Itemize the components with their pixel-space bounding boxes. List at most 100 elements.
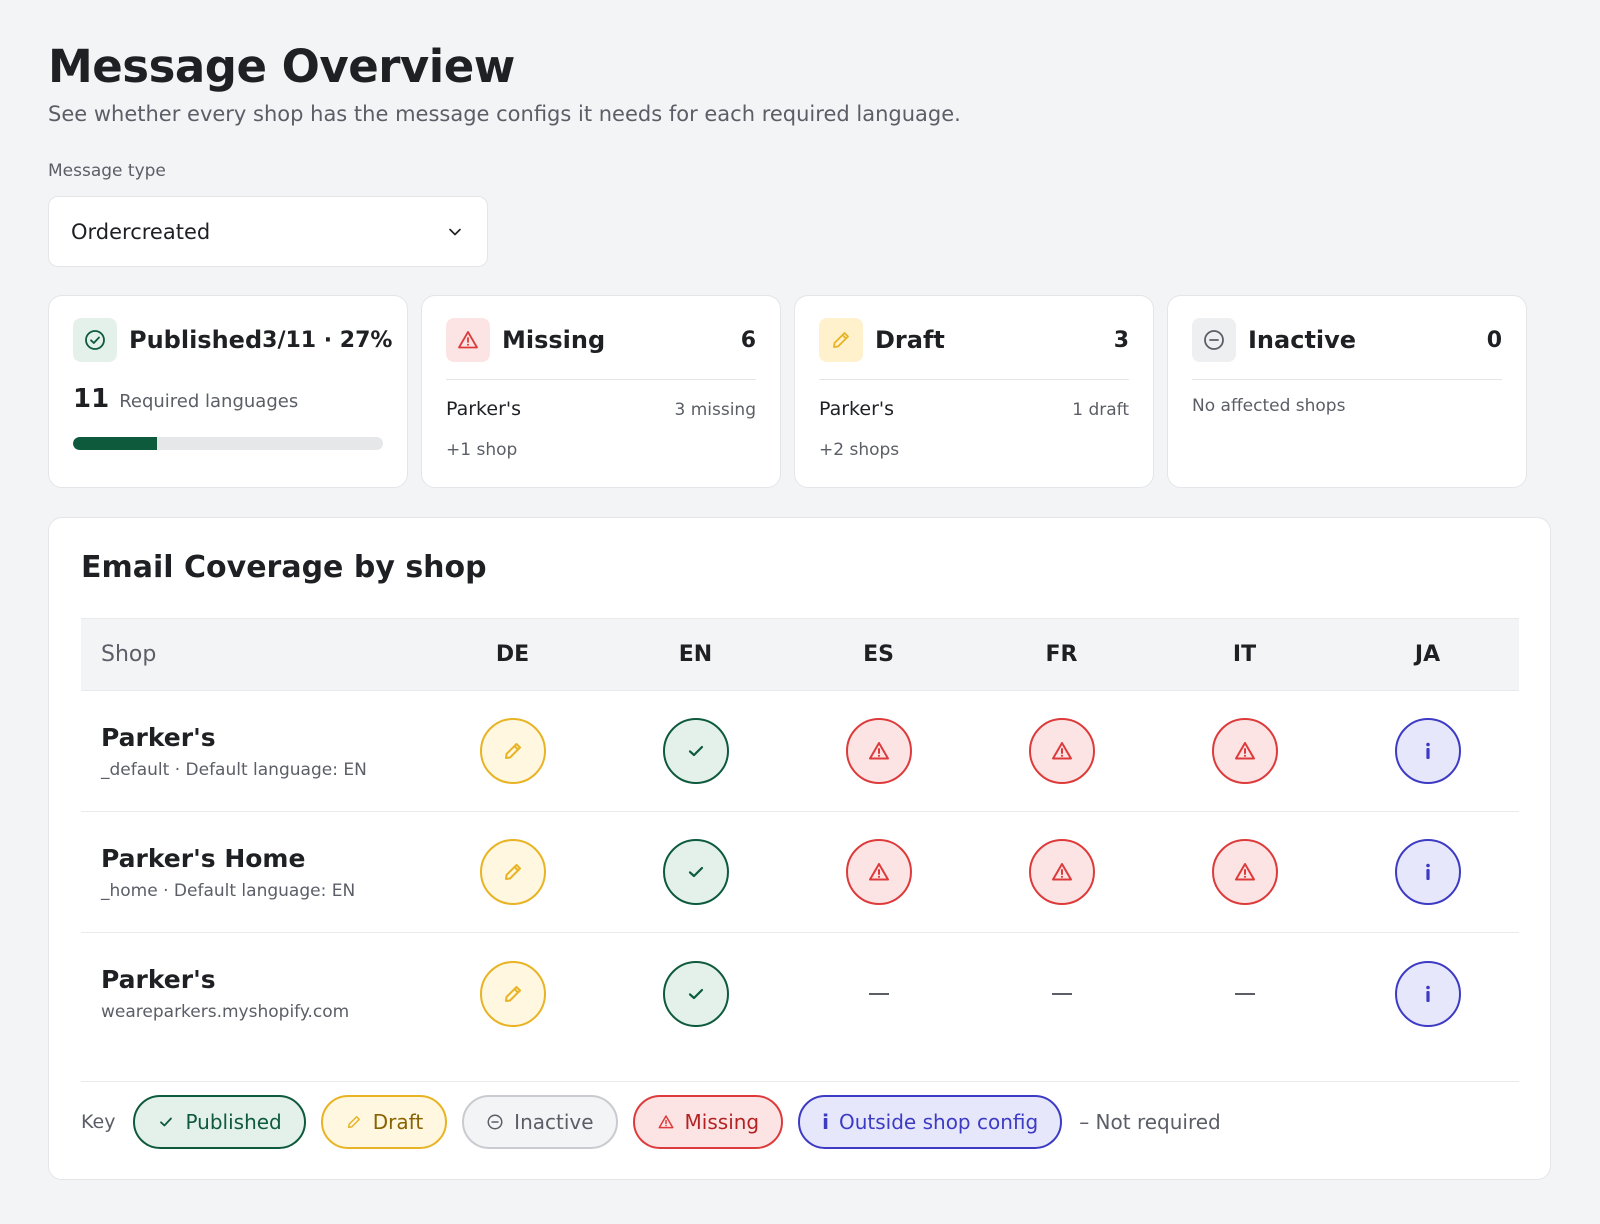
legend-missing-label: Missing: [684, 1109, 760, 1134]
status-missing-button[interactable]: [1211, 839, 1278, 905]
shop-cell: Parker's _default · Default language: EN: [81, 723, 421, 780]
status-cell-de: [421, 839, 604, 905]
status-outside-button[interactable]: [1394, 718, 1461, 784]
missing-shop-name[interactable]: Parker's: [446, 398, 521, 420]
check-icon: [688, 866, 703, 878]
status-missing-button[interactable]: [845, 839, 912, 905]
status-cell-en: [604, 960, 787, 1027]
shop-meta: _default · Default language: EN: [101, 759, 367, 780]
missing-more-shops[interactable]: +1 shop: [446, 440, 517, 460]
dash-icon: [868, 992, 889, 995]
shop-meta: weareparkers.myshopify.com: [101, 1002, 350, 1022]
published-count: 3/11 · 27%: [262, 327, 393, 353]
status-cell-it: [1153, 718, 1336, 784]
check-icon: [688, 988, 703, 999]
missing-title: Missing: [502, 326, 606, 354]
table-row: Parker's weareparkers.myshopify.com: [81, 933, 1519, 1054]
status-cell-de: [421, 960, 604, 1027]
table-body: Parker's _default · Default language: EN P…: [81, 691, 1519, 1054]
status-cell-fr: [970, 992, 1153, 995]
draft-more-shops[interactable]: +2 shops: [819, 440, 899, 460]
inactive-count: 0: [1486, 327, 1502, 353]
inactive-summary-card: Inactive 0 No affected shops: [1167, 295, 1527, 488]
minus-circle-icon: [1192, 318, 1236, 362]
status-published-button[interactable]: [662, 718, 729, 784]
pencil-icon: [504, 864, 521, 880]
missing-summary-card: Missing 6 Parker's 3 missing +1 shop: [421, 295, 781, 488]
status-cell-es: [787, 718, 970, 784]
info-icon: i: [822, 1109, 829, 1134]
required-languages-count: 11: [73, 384, 110, 414]
page-subtitle: See whether every shop has the message c…: [48, 102, 961, 126]
legend-inactive: Inactive: [462, 1094, 618, 1149]
pencil-icon: [347, 1115, 360, 1128]
draft-shop-name[interactable]: Parker's: [819, 398, 894, 420]
draft-shop-note: 1 draft: [1072, 400, 1129, 420]
info-icon: [1425, 863, 1430, 880]
status-cell-es: [787, 992, 970, 995]
column-header-ja: JA: [1414, 642, 1441, 667]
warning-icon: [868, 863, 889, 881]
status-cell-ja: [1336, 839, 1519, 905]
status-cell-fr: [970, 718, 1153, 784]
legend-inactive-label: Inactive: [514, 1109, 594, 1134]
shop-name[interactable]: Parker's: [101, 965, 421, 994]
page-title: Message Overview: [48, 40, 515, 93]
draft-summary-card: Draft 3 Parker's 1 draft +2 shops: [794, 295, 1154, 488]
status-published-button[interactable]: [662, 839, 729, 905]
legend-published: Published: [133, 1094, 306, 1149]
status-missing-button[interactable]: [1028, 718, 1095, 784]
message-type-value: Ordercreated: [71, 219, 211, 244]
published-title: Published: [129, 326, 263, 354]
shop-cell: Parker's Home _home · Default language: E…: [81, 844, 421, 901]
status-cell-en: [604, 718, 787, 784]
warning-icon: [446, 318, 490, 362]
message-type-select[interactable]: Ordercreated: [48, 196, 488, 267]
table-row: Parker's Home _home · Default language: E…: [81, 812, 1519, 933]
status-draft-button[interactable]: [479, 839, 546, 905]
column-header-de: DE: [495, 642, 530, 667]
missing-shop-note: 3 missing: [674, 400, 756, 420]
legend-published-label: Published: [185, 1109, 282, 1134]
legend-outside-label: Outside shop config: [839, 1109, 1039, 1134]
shop-cell: Parker's weareparkers.myshopify.com: [81, 965, 421, 1022]
divider: [819, 379, 1129, 380]
status-draft-button[interactable]: [479, 960, 546, 1027]
status-draft-button[interactable]: [479, 718, 546, 784]
status-missing-button[interactable]: [845, 718, 912, 784]
status-missing-button[interactable]: [1028, 839, 1095, 905]
chevron-down-icon: [449, 228, 461, 235]
pencil-icon: [504, 985, 521, 1002]
status-published-button[interactable]: [662, 960, 729, 1027]
legend-label: Key: [81, 1110, 116, 1133]
warning-icon: [1234, 863, 1255, 881]
warning-icon: [1051, 863, 1072, 881]
legend-outside-shop-config: i Outside shop config: [798, 1094, 1063, 1149]
status-cell-ja: [1336, 960, 1519, 1027]
info-icon: [1425, 742, 1430, 759]
draft-title: Draft: [875, 326, 945, 354]
published-icon: [73, 318, 117, 362]
legend-draft-label: Draft: [372, 1109, 424, 1134]
check-icon: [688, 745, 703, 757]
required-languages-label: Required languages: [119, 391, 299, 412]
divider: [446, 379, 756, 380]
status-cell-de: [421, 718, 604, 784]
status-outside-button[interactable]: [1394, 960, 1461, 1027]
column-header-es: ES: [863, 642, 894, 667]
legend-draft: Draft: [320, 1094, 448, 1149]
info-icon: [1425, 985, 1430, 1002]
shop-name[interactable]: Parker's: [101, 723, 421, 752]
warning-icon: [658, 1114, 674, 1128]
table-header: Shop DE EN ES FR IT JA: [81, 618, 1519, 691]
legend-missing: Missing: [632, 1094, 784, 1149]
warning-icon: [1234, 742, 1255, 760]
status-missing-button[interactable]: [1211, 718, 1278, 784]
dash-icon: [1234, 992, 1255, 995]
minus-circle-icon: [487, 1114, 503, 1129]
column-header-it: IT: [1232, 642, 1257, 667]
status-outside-button[interactable]: [1394, 839, 1461, 905]
published-summary-card: Published 3/11 · 27% 11 Required languag…: [48, 295, 408, 488]
table-row: Parker's _default · Default language: EN: [81, 691, 1519, 812]
shop-name[interactable]: Parker's Home: [101, 844, 421, 873]
